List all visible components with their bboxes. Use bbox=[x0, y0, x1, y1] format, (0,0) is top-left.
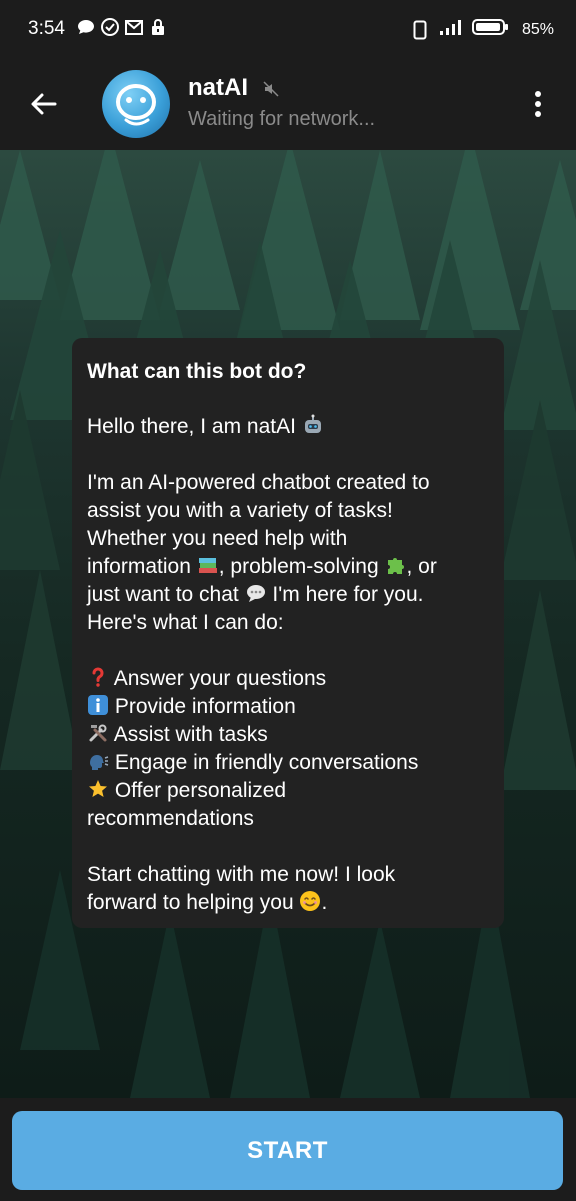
feature-text: Assist with tasks bbox=[113, 723, 268, 746]
puzzle-emoji-icon bbox=[384, 554, 406, 576]
status-time: 3:54 bbox=[28, 18, 65, 39]
system-status-icons: 85% bbox=[410, 17, 554, 42]
chat-header: natAI Waiting for network... bbox=[0, 58, 576, 150]
list-item: Provide information bbox=[87, 693, 489, 721]
intro-line-3: Whether you need help with bbox=[87, 527, 348, 550]
intro-line-4c: , or bbox=[406, 555, 437, 578]
intro-line-5b: I'm here for you. bbox=[266, 583, 424, 606]
intro-line-4a: information bbox=[87, 555, 191, 578]
question-mark-emoji-icon bbox=[87, 666, 109, 688]
feature-text: Answer your questions bbox=[113, 667, 327, 690]
greeting-text: Hello there, I am natAI bbox=[87, 415, 296, 438]
chat-bubble-icon bbox=[76, 17, 96, 37]
start-button[interactable]: START bbox=[12, 1111, 563, 1190]
bot-avatar[interactable] bbox=[102, 70, 170, 138]
chat-title: natAI bbox=[188, 74, 248, 101]
bot-info-card: What can this bot do? Hello there, I am … bbox=[72, 338, 504, 928]
bottom-action-bar: START bbox=[0, 1098, 576, 1201]
phone-icon bbox=[410, 20, 430, 40]
check-circle-icon bbox=[100, 17, 120, 37]
closing-line-1: Start chatting with me now! I look bbox=[87, 863, 396, 886]
intro-line-6: Here's what I can do: bbox=[87, 611, 284, 634]
books-emoji-icon bbox=[197, 554, 219, 576]
feature-text: Engage in friendly conversations bbox=[114, 751, 419, 774]
back-button[interactable] bbox=[22, 82, 66, 126]
closing-line-2: forward to helping you bbox=[87, 891, 294, 914]
feature-list: Answer your questions Provide informatio… bbox=[87, 665, 489, 833]
intro-line-1: I'm an AI-powered chatbot created to bbox=[87, 471, 430, 494]
list-item: Assist with tasks bbox=[87, 721, 489, 749]
intro-line-4b: , problem-solving bbox=[218, 555, 379, 578]
closing-end: . bbox=[321, 891, 328, 914]
more-vert-icon bbox=[535, 91, 541, 117]
list-item: Answer your questions bbox=[87, 665, 489, 693]
arrow-left-icon bbox=[31, 93, 57, 115]
list-item: Engage in friendly conversations bbox=[87, 749, 489, 777]
battery-percent: 85% bbox=[521, 20, 554, 38]
smiling-face-emoji-icon bbox=[299, 890, 321, 912]
muted-speaker-icon bbox=[262, 80, 280, 103]
bot-face-icon bbox=[116, 84, 156, 126]
greeting: Hello there, I am natAI bbox=[87, 413, 489, 441]
intro-line-5a: just want to chat bbox=[87, 583, 239, 606]
speech-bubble-emoji-icon bbox=[245, 582, 267, 604]
robot-emoji-icon bbox=[302, 414, 324, 436]
closing-paragraph: Start chatting with me now! I look forwa… bbox=[87, 861, 489, 917]
battery-icon bbox=[471, 17, 510, 42]
intro-paragraph: I'm an AI-powered chatbot created to ass… bbox=[87, 469, 489, 637]
feature-text: Offer personalized bbox=[114, 779, 287, 802]
feature-text: Provide information bbox=[114, 695, 296, 718]
list-item: Offer personalized recommendations bbox=[87, 777, 489, 833]
speaking-head-emoji-icon bbox=[87, 750, 109, 772]
feature-text-continuation: recommendations bbox=[87, 807, 254, 830]
glowing-star-emoji-icon bbox=[87, 778, 109, 800]
lock-icon bbox=[148, 17, 168, 37]
chat-status: Waiting for network... bbox=[188, 108, 376, 130]
chat-wallpaper: What can this bot do? Hello there, I am … bbox=[0, 150, 576, 1098]
mail-icon bbox=[124, 17, 144, 37]
more-menu-button[interactable] bbox=[518, 82, 558, 126]
bot-info-title: What can this bot do? bbox=[87, 360, 307, 383]
intro-line-2: assist you with a variety of tasks! bbox=[87, 499, 393, 522]
info-emoji-icon bbox=[87, 694, 109, 716]
status-bar: 3:54 85% bbox=[0, 0, 576, 58]
tools-emoji-icon bbox=[87, 722, 109, 744]
signal-icon bbox=[438, 18, 464, 41]
notification-icons bbox=[76, 17, 168, 37]
